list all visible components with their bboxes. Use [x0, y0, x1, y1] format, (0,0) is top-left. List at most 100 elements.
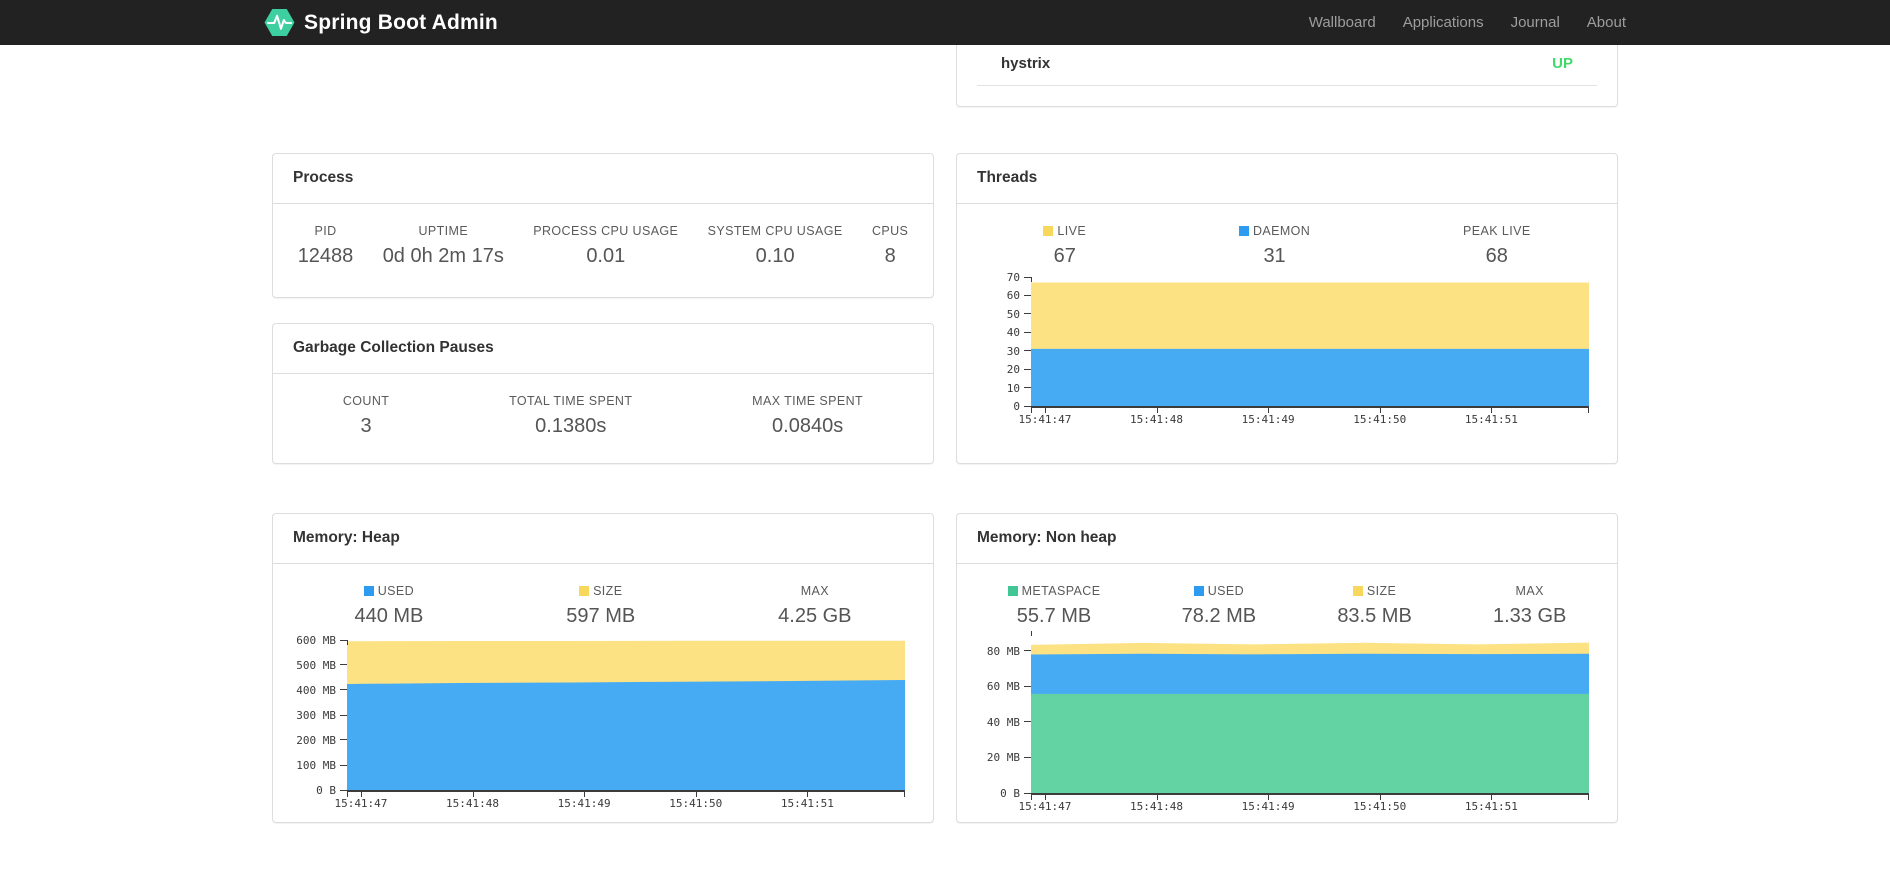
x-tick-label: 15:41:50: [1353, 413, 1407, 426]
stat-metaspace: METASPACE 55.7 MB: [1007, 584, 1101, 628]
stat-label: SYSTEM CPU USAGE: [707, 224, 843, 238]
y-tick-label: 400 MB: [296, 683, 336, 697]
area-series-canvas: [1031, 642, 1589, 793]
legend-swatch-icon: [1007, 586, 1018, 596]
area-series-canvas: [347, 640, 905, 790]
legend-swatch-icon: [1193, 586, 1204, 596]
heap-stats: USED 440 MB SIZE 597 MB MAX 4.25 GB: [273, 584, 933, 628]
stat-process-cpu-usage: PROCESS CPU USAGE 0.01: [533, 224, 678, 268]
legend-swatch-icon: [579, 586, 590, 596]
threads-panel-title: Threads: [957, 154, 1617, 204]
x-axis-start-tick: [347, 792, 348, 797]
y-tick-mark: [1024, 313, 1031, 315]
nonheap-plot-area: 0 B 20 MB 40 MB 60 MB 80 MB 15:41:47 15:41:48 1…: [987, 631, 1589, 813]
stat-label: METASPACE: [1007, 584, 1101, 598]
stat-value: 1.33 GB: [1492, 605, 1567, 627]
stat-uptime: UPTIME 0d 0h 2m 17s: [383, 224, 504, 268]
stat-value: 67: [1053, 245, 1076, 267]
brand[interactable]: Spring Boot Admin: [264, 8, 498, 37]
stat-pid: PID 12488: [298, 224, 354, 268]
threads-panel: Threads LIVE 67 DAEMON 31 PEAK LIVE 68 0 10 20 3…: [956, 153, 1618, 464]
stat-label: MAX TIME SPENT: [752, 394, 864, 408]
stat-value: 4.25 GB: [778, 605, 852, 627]
row-memory: Memory: Heap USED 440 MB SIZE 597 MB MAX 4.25…: [272, 513, 1618, 823]
heap-panel-title: Memory: Heap: [273, 514, 933, 564]
legend-swatch-icon: [363, 586, 374, 596]
stat-label: COUNT: [342, 394, 390, 408]
y-tick-mark: [1024, 331, 1031, 333]
stat-count: COUNT 3: [343, 394, 389, 438]
stat-value: 68: [1485, 245, 1508, 267]
x-tick-label: 15:41:51: [1464, 800, 1518, 813]
y-tick-label: 0 B: [1000, 787, 1020, 800]
stat-value: 3: [360, 415, 372, 437]
gc-panel-title: Garbage Collection Pauses: [273, 324, 933, 374]
x-axis-end-tick: [1588, 795, 1589, 800]
nav-item-wallboard[interactable]: Wallboard: [1309, 14, 1376, 31]
y-tick-label: 0: [1013, 400, 1020, 413]
area-layer-used: [347, 680, 905, 790]
stat-size: SIZE 83.5 MB: [1337, 584, 1411, 628]
health-indicator-name: hystrix: [1001, 55, 1051, 72]
legend-swatch-icon: [1238, 226, 1249, 236]
x-axis-end-tick: [1588, 408, 1589, 413]
y-tick-mark: [1024, 405, 1031, 407]
x-tick-label: 15:41:51: [1464, 413, 1518, 426]
row-process-threads: Process PID 12488 UPTIME 0d 0h 2m 17s PROCES…: [272, 153, 1618, 464]
stat-label: SIZE: [566, 584, 635, 598]
stat-label: LIVE: [1043, 224, 1086, 238]
col-nonheap: Memory: Non heap METASPACE 55.7 MB USED 78.…: [956, 513, 1618, 823]
nav-links: Wallboard Applications Journal About: [1309, 14, 1626, 31]
col-threads: Threads LIVE 67 DAEMON 31 PEAK LIVE 68 0 10 20 3…: [956, 153, 1618, 464]
y-tick-mark: [340, 639, 347, 641]
process-panel: Process PID 12488 UPTIME 0d 0h 2m 17s PROCES…: [272, 153, 934, 298]
y-tick-mark: [340, 739, 347, 741]
stat-cpus: CPUS 8: [872, 224, 908, 268]
stat-value: 83.5 MB: [1337, 605, 1412, 627]
nonheap-panel-title: Memory: Non heap: [957, 514, 1617, 564]
stat-max: MAX 1.33 GB: [1493, 584, 1566, 628]
y-tick-mark: [340, 714, 347, 716]
nonheap-panel: Memory: Non heap METASPACE 55.7 MB USED 78.…: [956, 513, 1618, 823]
nav-item-journal[interactable]: Journal: [1511, 14, 1560, 31]
nav-item-about[interactable]: About: [1587, 14, 1626, 31]
nonheap-stats: METASPACE 55.7 MB USED 78.2 MB SIZE 83.5 MB MA…: [957, 584, 1617, 628]
y-tick-label: 50: [1006, 307, 1020, 321]
y-tick-label: 20: [1006, 363, 1020, 377]
y-tick-mark: [1024, 387, 1031, 389]
stat-value: 31: [1263, 245, 1286, 267]
x-tick-label: 15:41:47: [1018, 800, 1072, 813]
x-tick-label: 15:41:47: [334, 797, 388, 810]
x-tick-label: 15:41:48: [1130, 800, 1184, 813]
stat-value: 0.1380s: [535, 415, 607, 437]
stat-label: PROCESS CPU USAGE: [533, 224, 679, 238]
page: Spring Boot Admin Wallboard Applications…: [0, 0, 1890, 892]
x-axis-end-tick: [904, 792, 905, 797]
stat-label: TOTAL TIME SPENT: [509, 394, 633, 408]
stat-value: 597 MB: [566, 605, 636, 627]
x-tick-label: 15:41:50: [1353, 800, 1407, 813]
y-tick-mark: [1024, 276, 1031, 278]
stat-used: USED 440 MB: [354, 584, 423, 628]
stat-value: 0d 0h 2m 17s: [382, 245, 504, 267]
threads-chart: 0 10 20 30 40 50 60 70 15:41:47 15:41:48 15:41:49 1…: [1007, 272, 1589, 426]
y-tick-label: 80 MB: [986, 644, 1020, 658]
area-layer-metaspace: [1031, 693, 1589, 793]
health-panel-body: hystrix UP: [957, 45, 1617, 106]
y-tick-mark: [1024, 294, 1031, 296]
stat-value: 0.10: [755, 245, 795, 267]
area-layer-daemon: [1031, 348, 1589, 406]
nav-item-applications[interactable]: Applications: [1403, 14, 1484, 31]
col-health: hystrix UP: [956, 45, 1618, 107]
navbar: Spring Boot Admin Wallboard Applications…: [0, 0, 1890, 45]
y-tick-mark: [1024, 685, 1031, 687]
brand-title: Spring Boot Admin: [304, 10, 498, 34]
x-tick-label: 15:41:50: [669, 797, 723, 810]
col-empty: [272, 45, 934, 107]
stat-value: 78.2 MB: [1181, 605, 1257, 627]
stat-value: 440 MB: [354, 605, 424, 627]
stat-max-time-spent: MAX TIME SPENT 0.0840s: [752, 394, 863, 438]
stat-peak-live: PEAK LIVE 68: [1463, 224, 1531, 268]
y-axis-cap: [347, 640, 348, 645]
y-tick-mark: [1024, 756, 1031, 758]
